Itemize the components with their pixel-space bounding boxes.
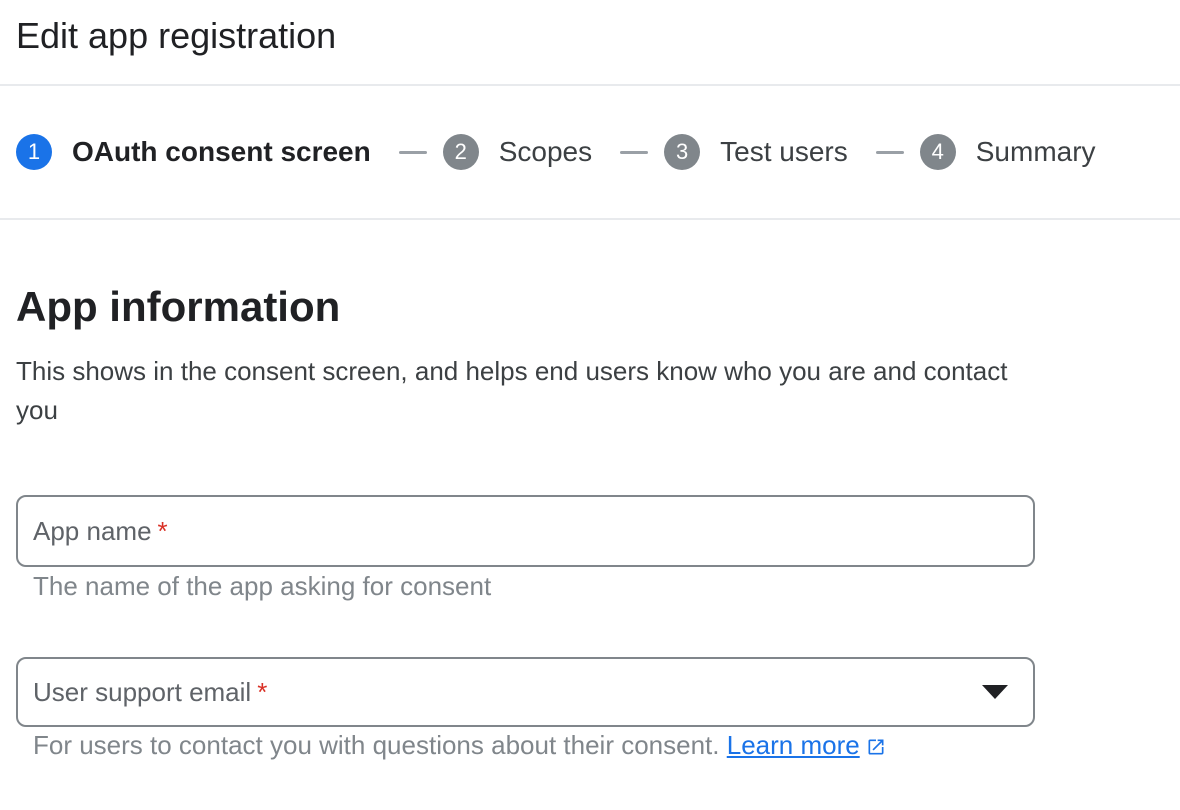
page-title: Edit app registration xyxy=(16,12,1164,60)
section-description: This shows in the consent screen, and he… xyxy=(16,352,1021,430)
step-label: Test users xyxy=(720,136,848,168)
step-number-badge: 1 xyxy=(16,134,52,170)
support-email-helper-text: For users to contact you with questions … xyxy=(33,730,1033,760)
step-label: Summary xyxy=(976,136,1096,168)
page-header: Edit app registration xyxy=(0,0,1180,60)
user-support-email-select[interactable]: User support email* xyxy=(16,657,1035,727)
step-number-badge: 4 xyxy=(920,134,956,170)
form-section: App information This shows in the consen… xyxy=(0,282,1180,760)
section-heading: App information xyxy=(16,282,1164,332)
step-summary[interactable]: 4 Summary xyxy=(920,134,1096,170)
wizard-stepper: 1 OAuth consent screen 2 Scopes 3 Test u… xyxy=(0,86,1180,218)
app-name-field[interactable]: App name* xyxy=(16,495,1035,567)
step-scopes[interactable]: 2 Scopes xyxy=(443,134,592,170)
app-name-label: App name* xyxy=(33,516,168,547)
step-separator xyxy=(876,151,904,154)
step-number-badge: 2 xyxy=(443,134,479,170)
app-name-helper-text: The name of the app asking for consent xyxy=(33,571,1033,601)
dropdown-arrow-icon xyxy=(982,685,1008,699)
required-asterisk: * xyxy=(158,516,168,546)
step-label: Scopes xyxy=(499,136,592,168)
step-separator xyxy=(620,151,648,154)
user-support-email-label: User support email* xyxy=(33,677,267,708)
external-link-icon xyxy=(866,737,886,757)
step-separator xyxy=(399,151,427,154)
step-label: OAuth consent screen xyxy=(72,136,371,168)
step-number-badge: 3 xyxy=(664,134,700,170)
divider xyxy=(0,218,1180,220)
learn-more-link[interactable]: Learn more xyxy=(727,730,886,760)
step-oauth-consent-screen[interactable]: 1 OAuth consent screen xyxy=(16,134,371,170)
required-asterisk: * xyxy=(257,677,267,707)
step-test-users[interactable]: 3 Test users xyxy=(664,134,848,170)
support-email-helper-body: For users to contact you with questions … xyxy=(33,730,720,760)
